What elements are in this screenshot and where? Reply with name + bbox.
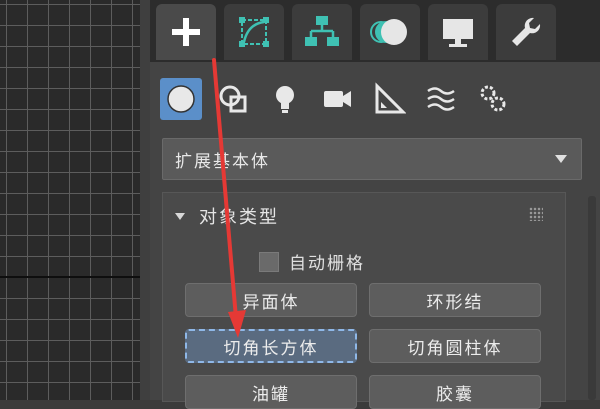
collapse-arrow-icon	[175, 212, 185, 220]
chamfer-cylinder-button[interactable]: 切角圆柱体	[369, 329, 541, 363]
create-plus-icon	[172, 18, 200, 46]
lights-bulb-icon	[276, 86, 294, 113]
command-panel: 扩展基本体 对象类型 自动栅格 异面体 环形结 切角长方体 切角圆柱体 油罐 胶…	[150, 0, 600, 409]
utilities-wrench-icon	[512, 17, 541, 46]
category-lights-button[interactable]	[264, 78, 306, 120]
viewport-axis-line	[0, 276, 140, 278]
auto-grid-label: 自动栅格	[289, 254, 365, 274]
chamfer-box-button[interactable]: 切角长方体	[185, 329, 357, 363]
auto-grid-row: 自动栅格	[259, 249, 365, 274]
viewport-grid[interactable]	[0, 0, 150, 400]
category-geometry-button[interactable]	[160, 78, 202, 120]
rollout-title: 对象类型	[199, 207, 279, 228]
hierarchy-icon	[305, 16, 339, 46]
hedra-button[interactable]: 异面体	[185, 283, 357, 317]
auto-grid-checkbox[interactable]	[259, 251, 279, 272]
category-dropdown[interactable]: 扩展基本体	[162, 138, 582, 180]
helpers-ruler-icon	[375, 82, 406, 114]
viewport-border	[140, 0, 150, 400]
tab-display[interactable]	[428, 4, 488, 60]
tab-hierarchy[interactable]	[292, 4, 352, 60]
category-space-warps-button[interactable]	[420, 78, 462, 120]
modify-curve-icon	[239, 17, 269, 47]
tab-create[interactable]	[156, 4, 216, 60]
object-type-rollout-header[interactable]: 对象类型	[175, 203, 279, 229]
space-warps-icon	[427, 87, 455, 111]
cameras-icon	[324, 91, 351, 107]
capsule-button[interactable]: 胶囊	[369, 375, 541, 409]
object-type-rollout: 对象类型 自动栅格 异面体 环形结 切角长方体 切角圆柱体 油罐 胶囊	[162, 192, 566, 409]
command-panel-tabs	[150, 0, 600, 62]
shapes-icon	[219, 85, 247, 113]
tab-utilities[interactable]	[496, 4, 556, 60]
category-systems-button[interactable]	[472, 78, 514, 120]
chevron-down-icon	[555, 155, 567, 163]
torus-knot-button[interactable]: 环形结	[369, 283, 541, 317]
drag-handle-icon[interactable]	[529, 207, 543, 221]
tab-modify[interactable]	[224, 4, 284, 60]
motion-icon	[370, 19, 407, 45]
systems-gears-icon	[480, 85, 506, 112]
category-helpers-button[interactable]	[368, 78, 410, 120]
category-shapes-button[interactable]	[212, 78, 254, 120]
category-dropdown-value: 扩展基本体	[175, 151, 270, 172]
object-category-toolbar	[160, 74, 600, 124]
display-monitor-icon	[443, 19, 473, 47]
category-cameras-button[interactable]	[316, 78, 358, 120]
tab-motion[interactable]	[360, 4, 420, 60]
geometry-sphere-icon	[167, 85, 195, 113]
panel-scrollbar[interactable]	[588, 196, 596, 400]
oil-tank-button[interactable]: 油罐	[185, 375, 357, 409]
